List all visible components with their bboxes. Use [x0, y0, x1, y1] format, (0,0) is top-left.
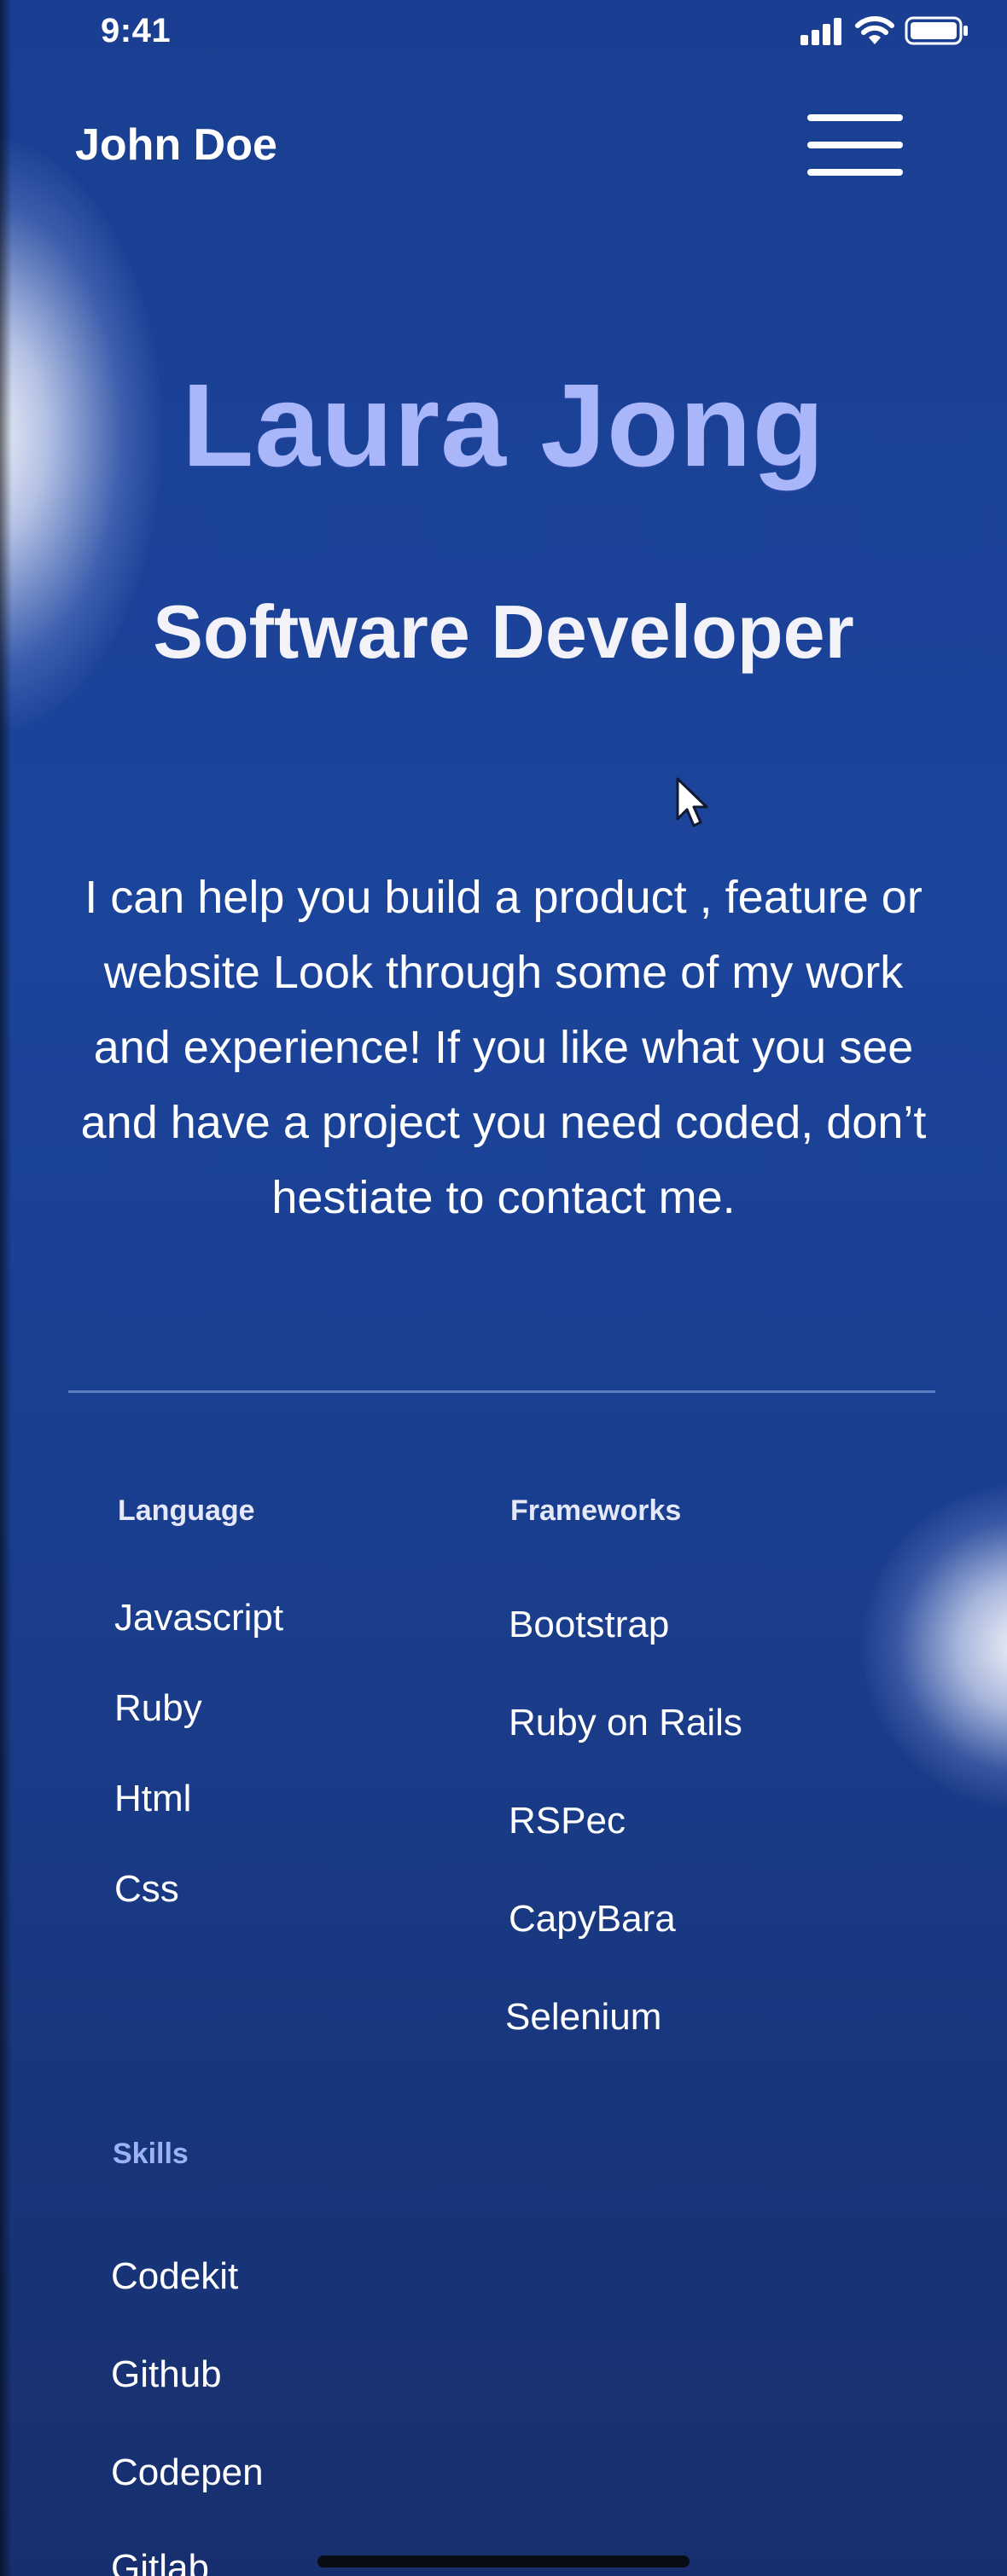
skill-item: Codepen [111, 2451, 264, 2493]
skill-item: Github [111, 2353, 222, 2395]
mouse-cursor-icon [676, 777, 708, 827]
hero-role: Software Developer [153, 589, 854, 674]
skill-item: Gitlab [111, 2547, 209, 2576]
framework-item: RSPec [509, 1800, 626, 1842]
language-item: Css [114, 1868, 179, 1910]
portfolio-screen: 9:41 John Doe Laura Jong Software Develo… [0, 0, 1007, 2576]
framework-item: CapyBara [509, 1898, 676, 1940]
signal-icon [800, 18, 841, 45]
background-glow-right [862, 1484, 1007, 1808]
battery-icon [905, 16, 968, 45]
framework-item: Bootstrap [509, 1604, 670, 1645]
framework-item: Selenium [505, 1996, 662, 2038]
language-item: Html [114, 1778, 192, 1819]
language-item: Ruby [114, 1687, 202, 1729]
wifi-icon [855, 16, 894, 44]
hero-description: I can help you build a product , feature… [80, 872, 927, 1223]
hamburger-menu-icon[interactable] [804, 111, 906, 179]
skill-item: Codekit [111, 2255, 239, 2297]
framework-item: Ruby on Rails [509, 1702, 742, 1743]
skills-title: Skills [113, 2138, 189, 2170]
frameworks-title: Frameworks [510, 1494, 682, 1527]
language-item: Javascript [114, 1597, 284, 1639]
status-icons [800, 14, 969, 48]
status-bar: 9:41 [0, 0, 1007, 68]
brand-name[interactable]: John Doe [75, 119, 277, 171]
section-divider [68, 1390, 935, 1393]
language-title: Language [118, 1494, 255, 1527]
status-time: 9:41 [101, 12, 172, 49]
home-indicator[interactable] [317, 2556, 690, 2567]
hero-name: Laura Jong [182, 360, 825, 491]
